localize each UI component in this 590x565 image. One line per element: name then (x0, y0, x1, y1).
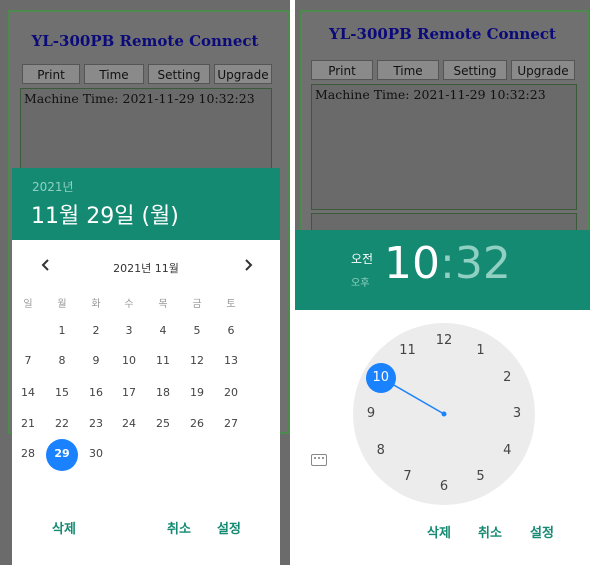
chevron-right-icon[interactable] (242, 257, 254, 276)
calendar-day[interactable]: 22 (45, 417, 79, 430)
year-label[interactable]: 2021년 (32, 178, 74, 195)
clock-number[interactable]: 2 (495, 370, 519, 385)
cancel-button[interactable]: 취소 (478, 522, 502, 541)
upgrade-button[interactable]: Upgrade (214, 64, 272, 84)
calendar-day[interactable]: 13 (214, 354, 248, 367)
weekday-label: 목 (158, 299, 168, 310)
clock-face[interactable]: 12 1 2 3 4 5 6 7 8 9 10 11 (353, 323, 535, 505)
date-picker-dialog: 2021년 11월 29일 (월) 2021년 11월 일월화수목금토 1234… (12, 168, 280, 565)
delete-button[interactable]: 삭제 (52, 518, 76, 537)
weekday-label: 월 (57, 299, 67, 310)
pm-toggle[interactable]: 오후 (351, 274, 369, 289)
time-picker-dialog: 오전 오후 10:32 12 1 2 3 4 5 6 7 8 9 10 11 삭제 취소 설정 (295, 230, 590, 565)
setting-button[interactable]: Setting (148, 64, 210, 84)
time-button[interactable]: Time (84, 64, 144, 84)
calendar-day[interactable]: 1 (45, 324, 79, 337)
time-separator: : (440, 238, 455, 289)
calendar-day[interactable]: 20 (214, 386, 248, 399)
weekday-label: 수 (124, 299, 134, 310)
time-display: 10:32 (384, 238, 511, 289)
calendar-day[interactable]: 16 (79, 386, 113, 399)
delete-button[interactable]: 삭제 (427, 522, 451, 541)
weekday-label: 화 (91, 299, 101, 310)
calendar-day[interactable]: 7 (11, 354, 45, 367)
time-picker-header: 오전 오후 10:32 (295, 230, 590, 310)
upgrade-button[interactable]: Upgrade (511, 60, 575, 80)
weekday-label: 토 (226, 299, 236, 310)
calendar-day[interactable]: 17 (112, 386, 146, 399)
month-label: 2021년 11월 (113, 262, 179, 275)
calendar-day[interactable]: 10 (112, 354, 146, 367)
set-button[interactable]: 설정 (217, 518, 241, 537)
calendar-day-selected[interactable]: 29 (45, 447, 79, 460)
clock-number[interactable]: 4 (495, 443, 519, 458)
keyboard-icon[interactable] (311, 454, 327, 466)
machine-time-textarea[interactable]: Machine Time: 2021-11-29 10:32:23 (311, 84, 577, 210)
calendar-day[interactable]: 26 (180, 417, 214, 430)
print-button[interactable]: Print (311, 60, 373, 80)
clock-number[interactable]: 6 (432, 479, 456, 494)
clock-number[interactable]: 9 (359, 406, 383, 421)
setting-button[interactable]: Setting (443, 60, 507, 80)
hour-display[interactable]: 10 (384, 238, 440, 289)
calendar-day[interactable]: 30 (79, 447, 113, 460)
set-button[interactable]: 설정 (530, 522, 554, 541)
calendar-day[interactable]: 19 (180, 386, 214, 399)
calendar-day[interactable]: 12 (180, 354, 214, 367)
calendar-day[interactable]: 2 (79, 324, 113, 337)
time-button[interactable]: Time (377, 60, 439, 80)
calendar-day[interactable]: 6 (214, 324, 248, 337)
calendar-day[interactable]: 4 (146, 324, 180, 337)
machine-time-textarea[interactable]: Machine Time: 2021-11-29 10:32:23 (20, 88, 272, 178)
clock-number[interactable]: 1 (469, 343, 493, 358)
cancel-button[interactable]: 취소 (167, 518, 191, 537)
calendar-day[interactable]: 3 (112, 324, 146, 337)
clock-number[interactable]: 12 (432, 333, 456, 348)
minute-display[interactable]: 32 (455, 238, 511, 289)
calendar-day[interactable]: 9 (79, 354, 113, 367)
calendar-day[interactable]: 15 (45, 386, 79, 399)
calendar-day[interactable]: 8 (45, 354, 79, 367)
clock-number[interactable]: 5 (469, 469, 493, 484)
calendar-day[interactable]: 5 (180, 324, 214, 337)
clock-number[interactable]: 7 (396, 469, 420, 484)
weekday-label: 금 (192, 299, 202, 310)
app-title: YL-300PB Remote Connect (31, 32, 259, 50)
calendar-day[interactable]: 23 (79, 417, 113, 430)
time-picker-screen: YL-300PB Remote Connect Print Time Setti… (295, 0, 590, 565)
clock-number[interactable]: 11 (396, 343, 420, 358)
date-picker-header: 2021년 11월 29일 (월) (12, 168, 280, 240)
selected-date-title: 11월 29일 (월) (31, 204, 179, 229)
calendar-day[interactable]: 27 (214, 417, 248, 430)
calendar-day[interactable]: 21 (11, 417, 45, 430)
clock-number[interactable]: 3 (505, 406, 529, 421)
date-picker-screen: YL-300PB Remote Connect Print Time Setti… (0, 0, 290, 565)
weekday-label: 일 (23, 299, 33, 310)
calendar-day[interactable]: 18 (146, 386, 180, 399)
app-title: YL-300PB Remote Connect (329, 25, 556, 43)
print-button[interactable]: Print (22, 64, 80, 84)
calendar-day[interactable]: 28 (11, 447, 45, 460)
am-toggle[interactable]: 오전 (351, 250, 373, 267)
calendar-day[interactable]: 14 (11, 386, 45, 399)
calendar-day[interactable]: 24 (112, 417, 146, 430)
calendar-day[interactable]: 25 (146, 417, 180, 430)
calendar-day[interactable]: 11 (146, 354, 180, 367)
clock-number-selected[interactable]: 10 (369, 370, 393, 385)
clock-number[interactable]: 8 (369, 443, 393, 458)
